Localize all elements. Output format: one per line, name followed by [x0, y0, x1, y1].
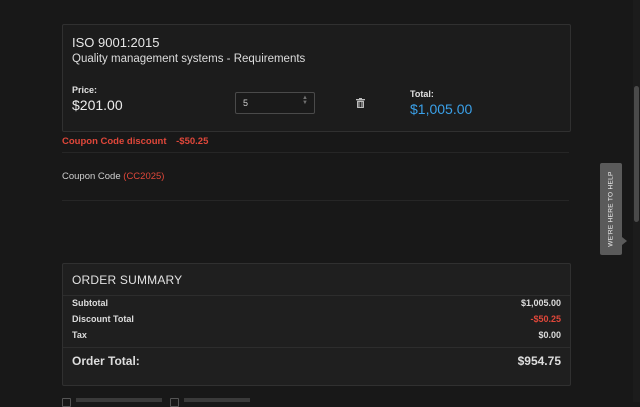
tax-label: Tax [72, 330, 87, 340]
trash-icon[interactable] [356, 98, 365, 108]
coupon-discount-label: Coupon Code discount [62, 136, 167, 147]
order-total-value: $954.75 [517, 354, 561, 368]
product-code: ISO 9001:2015 [72, 35, 160, 50]
divider [62, 152, 569, 153]
quantity-stepper[interactable]: 5 ▲ ▼ [235, 92, 315, 114]
option-label-cutoff [184, 398, 250, 402]
price-label: Price: [72, 85, 98, 95]
divider [63, 347, 570, 348]
discount-total-row: Discount Total -$50.25 [72, 314, 561, 324]
scrollbar-thumb[interactable] [634, 86, 639, 222]
quantity-value: 5 [243, 98, 249, 108]
total-label: Total: [410, 89, 434, 99]
total-value: $1,005.00 [410, 101, 473, 117]
option-label-cutoff [76, 398, 162, 402]
checkbox[interactable] [62, 398, 71, 407]
discount-total-label: Discount Total [72, 314, 134, 324]
help-tab-arrow-icon [622, 237, 627, 245]
help-tab-label: WE'RE HERE TO HELP [607, 171, 615, 247]
subtotal-value: $1,005.00 [520, 298, 561, 308]
price-value: $201.00 [72, 97, 123, 113]
checkbox[interactable] [170, 398, 179, 407]
subtotal-row: Subtotal $1,005.00 [72, 298, 561, 308]
coupon-code: Coupon Code (CC2025) [62, 171, 164, 182]
order-summary: ORDER SUMMARY Subtotal $1,005.00 Discoun… [62, 263, 571, 386]
subtotal-label: Subtotal [72, 298, 108, 308]
order-summary-title: ORDER SUMMARY [72, 273, 183, 287]
tax-row: Tax $0.00 [72, 330, 561, 340]
coupon-discount: Coupon Code discount -$50.25 [62, 136, 208, 147]
scrollbar[interactable] [633, 0, 640, 402]
help-tab[interactable]: WE'RE HERE TO HELP [600, 163, 622, 255]
coupon-code-value[interactable]: (CC2025) [123, 171, 164, 182]
order-total-row: Order Total: $954.75 [72, 354, 561, 368]
coupon-code-label: Coupon Code [62, 171, 121, 182]
partially-visible-options [62, 398, 262, 407]
divider [62, 200, 569, 201]
order-total-label: Order Total: [72, 354, 140, 368]
divider [63, 295, 570, 296]
tax-value: $0.00 [538, 330, 561, 340]
discount-total-value: -$50.25 [530, 314, 561, 324]
product-card: ISO 9001:2015 Quality management systems… [62, 24, 571, 132]
spinner-arrows-icon[interactable]: ▲ ▼ [302, 95, 308, 106]
product-name: Quality management systems - Requirement… [72, 53, 306, 65]
coupon-discount-amount: -$50.25 [176, 136, 209, 147]
